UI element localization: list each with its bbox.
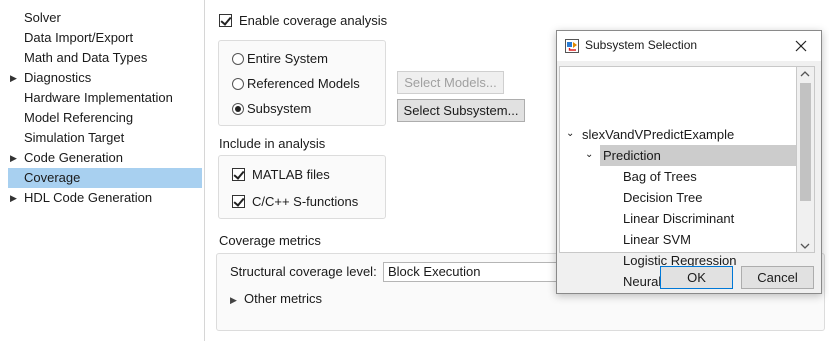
enable-coverage-checkbox[interactable] xyxy=(219,14,232,27)
nav-item-label: Solver xyxy=(24,10,61,25)
include-in-analysis-heading: Include in analysis xyxy=(219,136,326,151)
dialog-title: Subsystem Selection xyxy=(585,38,698,52)
other-metrics-label[interactable]: Other metrics xyxy=(244,290,322,308)
structural-coverage-select[interactable]: Block Execution xyxy=(383,262,583,282)
nav-item-hardware-implementation[interactable]: Hardware Implementation xyxy=(8,88,202,108)
nav-item-math-data-types[interactable]: Math and Data Types xyxy=(8,48,202,68)
nav-item-code-generation[interactable]: ▶ Code Generation xyxy=(8,148,202,168)
settings-nav-tree: Solver Data Import/Export Math and Data … xyxy=(0,0,205,341)
nav-item-label: Simulation Target xyxy=(24,130,125,145)
include-in-analysis-group: MATLAB files C/C++ S-functions xyxy=(218,155,386,219)
subsystem-tree: ⌄ slexVandVPredictExample ⌄ Prediction B… xyxy=(559,66,797,289)
structural-coverage-label: Structural coverage level: xyxy=(230,264,377,279)
analysis-scope-group: Entire System Referenced Models Subsyste… xyxy=(218,40,386,126)
nav-item-label: Math and Data Types xyxy=(24,50,148,65)
enable-coverage-label: Enable coverage analysis xyxy=(239,13,388,28)
select-models-button[interactable]: Select Models... xyxy=(397,71,504,94)
scrollbar-thumb[interactable] xyxy=(800,83,811,201)
tree-item-leaf[interactable]: Decision Tree xyxy=(623,187,702,208)
tree-item-leaf[interactable]: Linear SVM xyxy=(623,229,691,250)
nav-item-hdl-code-generation[interactable]: ▶ HDL Code Generation xyxy=(8,188,202,208)
nav-item-label: Model Referencing xyxy=(24,110,134,125)
scroll-down-icon[interactable] xyxy=(800,242,810,250)
nav-item-model-referencing[interactable]: Model Referencing xyxy=(8,108,202,128)
subsystem-label: Subsystem xyxy=(247,101,312,116)
nav-item-coverage[interactable]: Coverage xyxy=(8,168,202,188)
tree-item-root[interactable]: slexVandVPredictExample xyxy=(582,124,734,145)
sfunctions-label: C/C++ S-functions xyxy=(252,194,359,209)
tree-item-leaf[interactable]: Bag of Trees xyxy=(623,166,697,187)
entire-system-label: Entire System xyxy=(247,51,328,66)
matlab-files-label: MATLAB files xyxy=(252,167,330,182)
simulink-app-icon xyxy=(565,39,579,53)
nav-item-label: Code Generation xyxy=(24,150,124,165)
close-icon[interactable] xyxy=(795,40,807,52)
nav-item-label: Data Import/Export xyxy=(24,30,134,45)
nav-item-simulation-target[interactable]: Simulation Target xyxy=(8,128,202,148)
cancel-button[interactable]: Cancel xyxy=(741,266,814,289)
select-subsystem-button[interactable]: Select Subsystem... xyxy=(397,99,525,122)
nav-item-data-import-export[interactable]: Data Import/Export xyxy=(8,28,202,48)
coverage-metrics-heading: Coverage metrics xyxy=(219,233,321,248)
sfunctions-checkbox[interactable] xyxy=(232,195,245,208)
collapse-chevron-icon[interactable]: ⌄ xyxy=(585,144,593,165)
nav-item-label: Hardware Implementation xyxy=(24,90,173,105)
ok-button[interactable]: OK xyxy=(660,266,733,289)
tree-item-prediction[interactable]: Prediction xyxy=(603,145,661,166)
dialog-title-bar: Subsystem Selection xyxy=(557,31,821,61)
tree-item-leaf[interactable]: Linear Discriminant xyxy=(623,208,734,229)
matlab-files-checkbox[interactable] xyxy=(232,168,245,181)
tree-scrollbar[interactable] xyxy=(797,66,815,253)
scroll-up-icon[interactable] xyxy=(800,70,810,78)
expand-triangle-icon[interactable]: ▶ xyxy=(10,188,17,208)
nav-item-label: HDL Code Generation xyxy=(24,190,153,205)
entire-system-radio[interactable] xyxy=(232,53,244,65)
referenced-models-label: Referenced Models xyxy=(247,76,360,91)
nav-item-label: Diagnostics xyxy=(24,70,92,85)
expand-triangle-icon[interactable]: ▶ xyxy=(230,291,237,309)
collapse-chevron-icon[interactable]: ⌄ xyxy=(566,123,574,144)
referenced-models-radio[interactable] xyxy=(232,78,244,90)
subsystem-selection-dialog: Subsystem Selection ⌄ slexVandVPredictEx… xyxy=(556,30,822,294)
subsystem-radio[interactable] xyxy=(232,103,244,115)
nav-item-label: Coverage xyxy=(24,170,81,185)
expand-triangle-icon[interactable]: ▶ xyxy=(10,68,17,88)
nav-item-diagnostics[interactable]: ▶ Diagnostics xyxy=(8,68,202,88)
expand-triangle-icon[interactable]: ▶ xyxy=(10,148,17,168)
nav-item-solver[interactable]: Solver xyxy=(8,8,202,28)
